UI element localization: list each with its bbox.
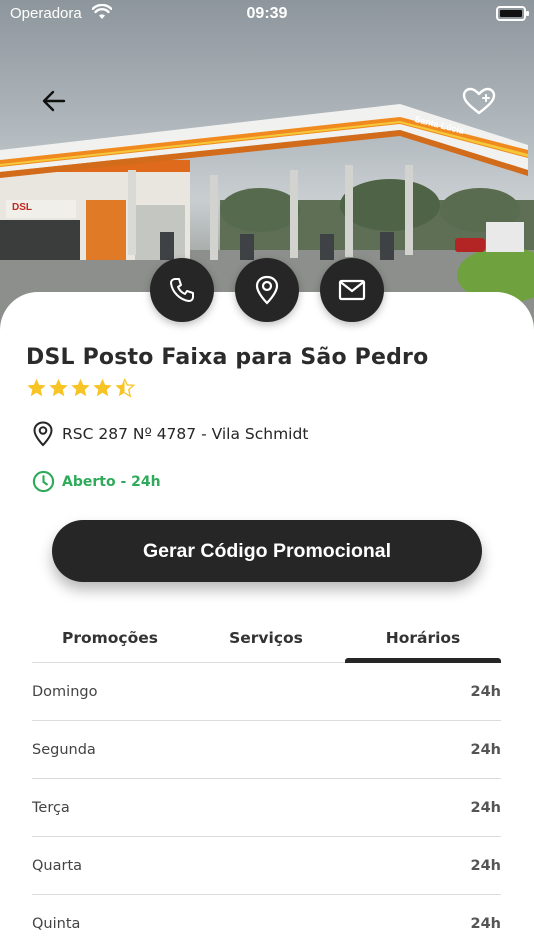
schedule-row: Quarta 24h (32, 837, 501, 895)
opening-status: Aberto - 24h (32, 470, 161, 493)
schedule-hours: 24h (470, 916, 501, 932)
address-text: RSC 287 Nº 4787 - Vila Schmidt (62, 425, 309, 443)
tab-horarios[interactable]: Horários (345, 620, 501, 663)
mail-icon (338, 279, 366, 301)
star-icon (93, 378, 112, 397)
schedule-hours: 24h (470, 857, 501, 874)
schedule-day: Quinta (32, 916, 81, 932)
email-button[interactable] (320, 258, 384, 322)
clock-icon (32, 470, 55, 493)
store-brand-sign: DSL (12, 202, 32, 213)
station-name: DSL Posto Faixa para São Pedro (26, 345, 429, 370)
call-button[interactable] (150, 258, 214, 322)
battery-icon (496, 6, 529, 21)
star-rating (26, 377, 135, 398)
schedule-row: Segunda 24h (32, 721, 501, 779)
status-bar: Operadora 09:39 (0, 0, 534, 28)
schedule-day: Terça (32, 799, 70, 816)
open-status-text: Aberto - 24h (62, 473, 161, 490)
schedule-day: Quarta (32, 857, 83, 874)
schedule-hours: 24h (470, 741, 501, 758)
map-button[interactable] (235, 258, 299, 322)
tab-promocoes[interactable]: Promoções (32, 620, 188, 663)
tab-servicos[interactable]: Serviços (188, 620, 344, 663)
schedule-hours: 24h (470, 683, 501, 700)
back-button[interactable] (36, 84, 74, 120)
star-icon (49, 378, 68, 397)
status-time: 09:39 (246, 5, 288, 22)
map-pin-icon (33, 421, 53, 447)
star-icon (27, 378, 46, 397)
schedule-hours: 24h (470, 799, 501, 816)
arrow-left-icon (42, 90, 66, 112)
schedule-row: Quinta 24h (32, 895, 501, 950)
address-row[interactable]: RSC 287 Nº 4787 - Vila Schmidt (32, 421, 308, 447)
schedule-row: Domingo 24h (32, 663, 501, 721)
star-half-icon (115, 378, 135, 398)
schedule-row: Terça 24h (32, 779, 501, 837)
schedule-day: Segunda (32, 741, 96, 758)
map-pin-icon (255, 275, 279, 305)
generate-promo-code-button[interactable]: Gerar Código Promocional (52, 520, 482, 582)
favorite-button[interactable] (460, 84, 498, 120)
heart-plus-icon (462, 87, 496, 115)
star-icon (71, 378, 90, 397)
schedule-day: Domingo (32, 683, 98, 700)
tab-bar: Promoções Serviços Horários (32, 620, 501, 663)
phone-icon (170, 278, 194, 302)
schedule-list: Domingo 24h Segunda 24h Terça 24h Quarta… (32, 663, 501, 950)
